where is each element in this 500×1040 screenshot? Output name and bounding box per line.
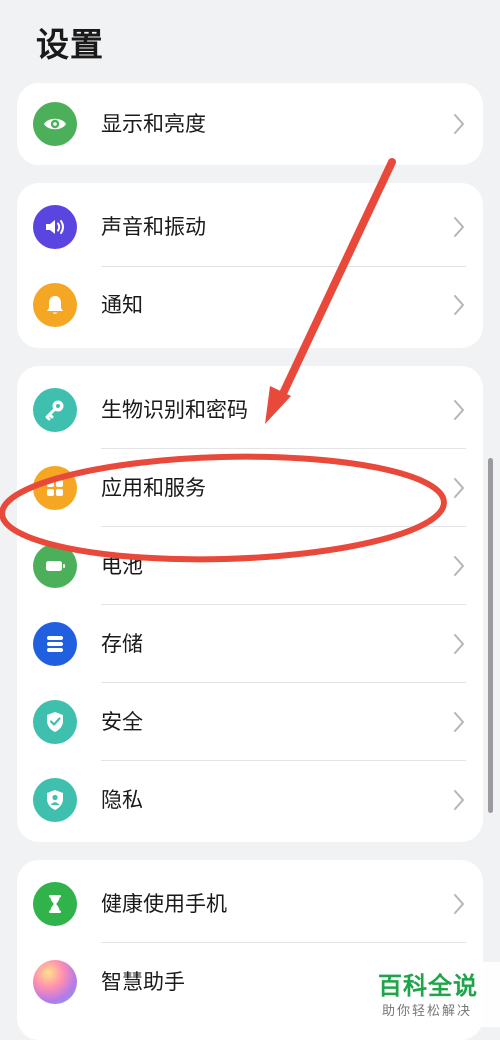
scrollbar[interactable] bbox=[488, 458, 493, 813]
settings-item-label: 生物识别和密码 bbox=[101, 398, 248, 422]
shield-check-icon bbox=[33, 700, 77, 744]
speaker-icon bbox=[33, 205, 77, 249]
settings-item-sound-vibration[interactable]: 声音和振动 bbox=[17, 188, 483, 266]
chevron-right-icon bbox=[454, 634, 464, 654]
settings-item-label: 应用和服务 bbox=[101, 476, 206, 500]
watermark-subtitle: 助你轻松解决 bbox=[382, 1004, 473, 1019]
chevron-right-icon bbox=[454, 556, 464, 576]
privacy-shield-icon bbox=[33, 778, 77, 822]
settings-item-label: 通知 bbox=[101, 293, 143, 317]
page-title: 设置 bbox=[36, 25, 104, 64]
chevron-right-icon bbox=[454, 295, 464, 315]
key-icon bbox=[33, 388, 77, 432]
eye-icon bbox=[33, 102, 77, 146]
watermark-title: 百科全说 bbox=[378, 972, 478, 1000]
settings-item-label: 安全 bbox=[101, 710, 143, 734]
settings-item-privacy[interactable]: 隐私 bbox=[17, 761, 483, 839]
settings-group-sound-notify: 声音和振动 通知 bbox=[17, 183, 483, 348]
settings-item-label: 电池 bbox=[101, 554, 143, 578]
settings-item-biometrics-password[interactable]: 生物识别和密码 bbox=[17, 371, 483, 449]
chevron-right-icon bbox=[454, 478, 464, 498]
chevron-right-icon bbox=[454, 894, 464, 914]
settings-item-label: 声音和振动 bbox=[101, 215, 206, 239]
chevron-right-icon bbox=[454, 790, 464, 810]
assistant-orb-icon bbox=[33, 960, 77, 1004]
chevron-right-icon bbox=[454, 217, 464, 237]
chevron-right-icon bbox=[454, 114, 464, 134]
settings-item-apps-services[interactable]: 应用和服务 bbox=[17, 449, 483, 527]
chevron-right-icon bbox=[454, 400, 464, 420]
apps-grid-icon bbox=[33, 466, 77, 510]
chevron-right-icon bbox=[454, 712, 464, 732]
settings-item-label: 隐私 bbox=[101, 788, 143, 812]
battery-icon bbox=[33, 544, 77, 588]
watermark: 百科全说 助你轻松解决 bbox=[366, 962, 500, 1027]
settings-item-label: 显示和亮度 bbox=[101, 112, 206, 136]
settings-item-label: 存储 bbox=[101, 632, 143, 656]
storage-icon bbox=[33, 622, 77, 666]
settings-item-digital-balance[interactable]: 健康使用手机 bbox=[17, 865, 483, 943]
hourglass-icon bbox=[33, 882, 77, 926]
settings-item-storage[interactable]: 存储 bbox=[17, 605, 483, 683]
settings-item-label: 智慧助手 bbox=[101, 970, 185, 994]
settings-group-display: 显示和亮度 bbox=[17, 83, 483, 165]
settings-item-security[interactable]: 安全 bbox=[17, 683, 483, 761]
settings-group-security-apps: 生物识别和密码 应用和服务 电池 存储 安全 隐私 bbox=[17, 366, 483, 842]
settings-item-display-brightness[interactable]: 显示和亮度 bbox=[17, 85, 483, 163]
settings-item-notifications[interactable]: 通知 bbox=[17, 266, 483, 344]
settings-item-label: 健康使用手机 bbox=[101, 892, 227, 916]
bell-icon bbox=[33, 283, 77, 327]
settings-item-battery[interactable]: 电池 bbox=[17, 527, 483, 605]
